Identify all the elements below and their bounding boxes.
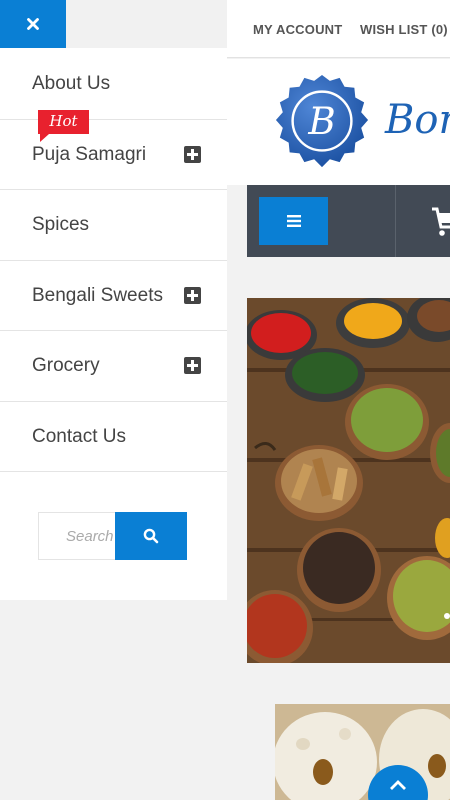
close-icon [27, 18, 39, 30]
menu-item-label: Puja Samagri [32, 143, 147, 165]
hot-badge: Hot [38, 110, 89, 142]
menu-item-grocery[interactable]: Grocery [0, 331, 227, 402]
spices-banner-image[interactable] [247, 298, 450, 663]
plus-square-icon[interactable] [184, 357, 201, 374]
top-bar: MY ACCOUNT WISH LIST (0) [227, 0, 450, 58]
menu-toggle-button[interactable] [259, 197, 328, 245]
menu-item-spices[interactable]: Spices [0, 190, 227, 261]
drawer-search [38, 512, 187, 560]
hamburger-icon [286, 215, 301, 227]
plus-square-icon[interactable] [184, 286, 201, 304]
spices-photo [247, 298, 450, 663]
logo-badge[interactable]: B [273, 73, 371, 171]
search-button[interactable] [115, 512, 187, 560]
menu-item-label: Grocery [32, 355, 100, 376]
plus-square-icon[interactable] [184, 145, 201, 163]
search-icon [143, 528, 159, 544]
menu-item-label: Spices [32, 214, 90, 235]
navbar-divider [395, 185, 396, 257]
page-content: MY ACCOUNT WISH LIST (0) B Bon [227, 0, 450, 800]
main-navbar [247, 185, 450, 257]
logo-area: B Bon [227, 59, 450, 185]
side-drawer: About Us Puja Samagri Spices Bengali Swe… [0, 0, 227, 600]
chevron-up-icon [390, 780, 406, 790]
wish-list-link[interactable]: WISH LIST (0) [360, 22, 448, 37]
close-drawer-button[interactable] [0, 0, 66, 48]
logo-text[interactable]: Bon [385, 97, 450, 143]
menu-item-label: Bengali Sweets [32, 284, 163, 306]
cart-icon[interactable] [430, 205, 450, 239]
logo-letter: B [307, 99, 335, 143]
menu-item-contact-us[interactable]: Contact Us [0, 402, 227, 472]
menu-item-about-us[interactable]: About Us [0, 49, 227, 120]
drawer-menu: About Us Puja Samagri Spices Bengali Swe… [0, 49, 227, 472]
drawer-header [0, 0, 227, 48]
menu-item-puja-samagri[interactable]: Puja Samagri [0, 120, 227, 190]
menu-item-bengali-sweets[interactable]: Bengali Sweets [0, 261, 227, 331]
search-input[interactable] [38, 512, 116, 560]
menu-item-label: About Us [32, 73, 111, 94]
menu-item-label: Contact Us [32, 425, 126, 447]
my-account-link[interactable]: MY ACCOUNT [253, 22, 342, 37]
